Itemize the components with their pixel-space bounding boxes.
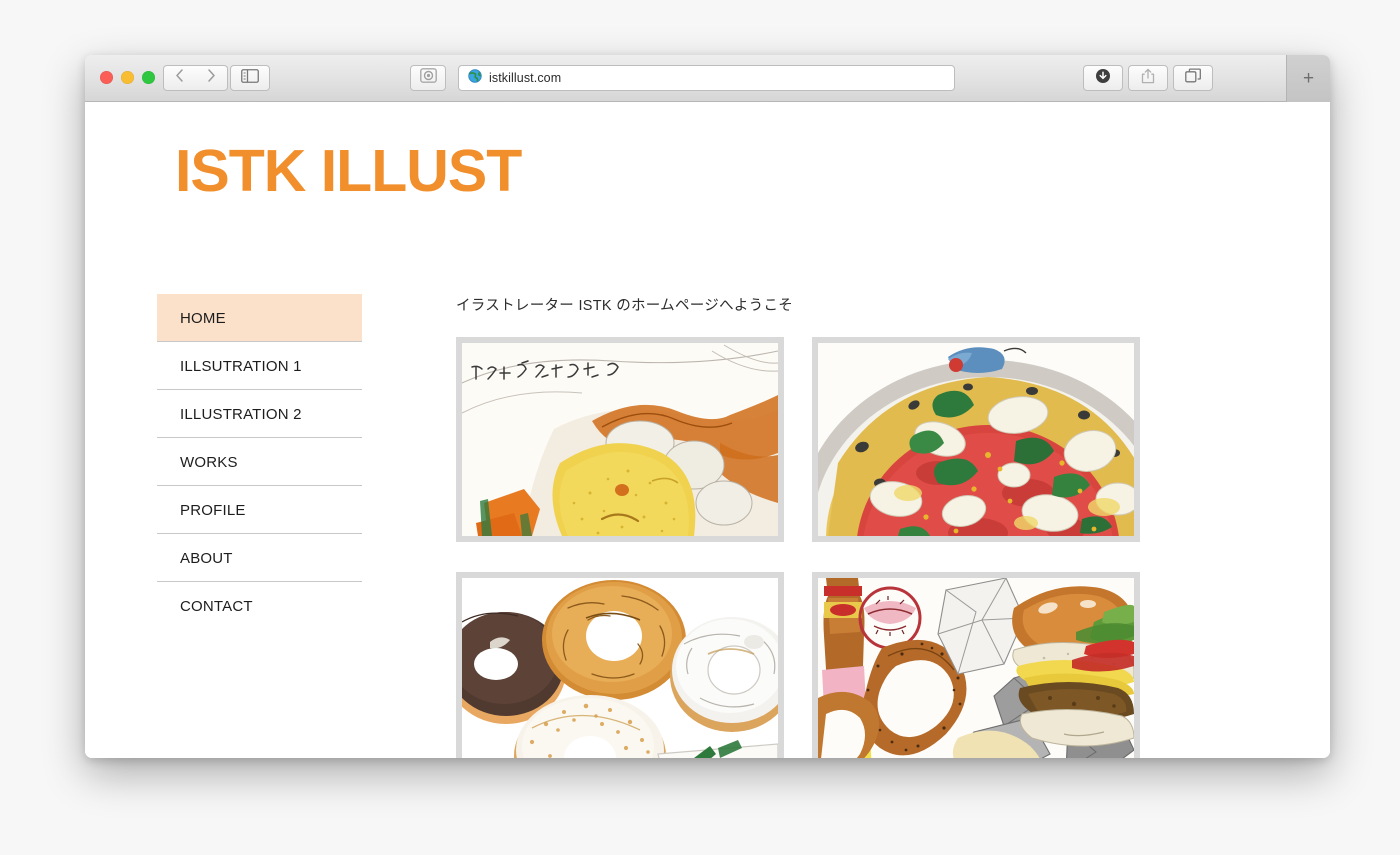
sidebar-item-label: ILLUSTRATION 2 (180, 405, 302, 423)
gallery-item-burger[interactable] (812, 572, 1140, 758)
download-arrow-icon (1095, 68, 1111, 89)
donuts-bagels-illustration (462, 578, 778, 758)
sidebar-navigation: HOME ILLSUTRATION 1 ILLUSTRATION 2 WORKS… (157, 294, 362, 630)
sidebar-item-illustration-1[interactable]: ILLSUTRATION 1 (157, 342, 362, 390)
margherita-pizza-illustration (818, 343, 1134, 536)
browser-window: istkillust.com + ISTK ILLUST HOME ILLSUT… (85, 55, 1330, 758)
page-content: ISTK ILLUST HOME ILLSUTRATION 1 ILLUSTRA… (85, 102, 1330, 758)
browser-toolbar: istkillust.com + (85, 55, 1330, 102)
chevron-left-icon (175, 69, 184, 87)
downloads-button[interactable] (1083, 65, 1123, 91)
sidebar-item-about[interactable]: ABOUT (157, 534, 362, 582)
tab-overview-icon (1184, 67, 1202, 89)
sidebar-item-label: ABOUT (180, 549, 233, 567)
sidebar-item-label: PROFILE (180, 501, 246, 519)
window-controls (100, 71, 155, 84)
site-logo[interactable]: ISTK ILLUST (175, 142, 522, 201)
pumpkin-croquette-illustration (462, 343, 778, 536)
sidebar-item-home[interactable]: HOME (157, 294, 362, 342)
share-up-arrow-icon (1141, 68, 1155, 89)
new-tab-button[interactable]: + (1286, 55, 1330, 102)
gallery-item-margherita-pizza[interactable] (812, 337, 1140, 542)
illustration-gallery (456, 337, 1156, 758)
sidebar-item-label: HOME (180, 309, 226, 327)
share-button[interactable] (1128, 65, 1168, 91)
tab-overview-button[interactable] (1173, 65, 1213, 91)
close-window-button[interactable] (100, 71, 113, 84)
back-button[interactable] (163, 65, 196, 91)
sidebar-item-label: CONTACT (180, 597, 253, 615)
sidebar-toggle-button[interactable] (230, 65, 270, 91)
chevron-right-icon (207, 69, 216, 87)
welcome-text: イラストレーター ISTK のホームページへようこそ (456, 298, 794, 314)
globe-icon (468, 68, 482, 88)
sidebar-item-illustration-2[interactable]: ILLUSTRATION 2 (157, 390, 362, 438)
forward-button[interactable] (195, 65, 228, 91)
gallery-item-pumpkin-croquette[interactable] (456, 337, 784, 542)
url-text: istkillust.com (489, 71, 562, 85)
minimize-window-button[interactable] (121, 71, 134, 84)
sidebar-item-label: WORKS (180, 453, 238, 471)
plus-icon: + (1302, 68, 1315, 89)
burger-onion-rings-illustration (818, 578, 1134, 758)
main-column: イラストレーター ISTK のホームページへようこそ (456, 294, 1156, 758)
sidebar-panel-icon (241, 68, 259, 88)
sidebar-item-works[interactable]: WORKS (157, 438, 362, 486)
reader-view-button[interactable] (410, 65, 446, 91)
maximize-window-button[interactable] (142, 71, 155, 84)
address-bar[interactable]: istkillust.com (458, 65, 955, 91)
sidebar-item-label: ILLSUTRATION 1 (180, 357, 302, 375)
sidebar-item-contact[interactable]: CONTACT (157, 582, 362, 630)
sidebar-item-profile[interactable]: PROFILE (157, 486, 362, 534)
reader-view-icon (419, 68, 437, 88)
gallery-item-donuts[interactable] (456, 572, 784, 758)
